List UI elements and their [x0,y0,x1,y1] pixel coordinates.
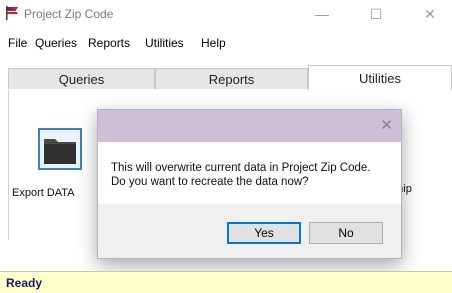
close-window-button[interactable]: ✕ [408,0,452,28]
tab-utilities[interactable]: Utilities [308,65,452,90]
menu-help[interactable]: Help [201,36,226,50]
maximize-button[interactable]: ☐ [354,0,398,28]
window-title: Project Zip Code [24,7,114,21]
export-data-button[interactable] [38,128,82,170]
tab-reports[interactable]: Reports [155,68,308,89]
dialog-title-bar: ✕ [98,110,401,142]
title-bar: Project Zip Code — ☐ ✕ [0,0,452,28]
tab-queries[interactable]: Queries [8,68,155,89]
menu-queries[interactable]: Queries [35,36,77,50]
menu-utilities[interactable]: Utilities [145,36,184,50]
status-bar: Ready [0,271,452,293]
export-data-label: Export DATA [12,187,75,199]
no-button[interactable]: No [309,222,383,244]
app-flag-icon [6,6,18,20]
menu-file[interactable]: File [8,36,27,50]
folder-icon [44,139,76,164]
menu-reports[interactable]: Reports [88,36,130,50]
yes-button[interactable]: Yes [227,222,301,244]
dialog-message-line-1: This will overwrite current data in Proj… [111,162,371,174]
dialog-close-button[interactable]: ✕ [380,116,393,134]
dialog-message-area: This will overwrite current data in Proj… [98,142,401,204]
minimize-button[interactable]: — [300,0,344,28]
confirm-dialog: ✕ This will overwrite current data in Pr… [97,109,402,259]
dialog-message-line-2: Do you want to recreate the data now? [111,176,309,188]
menu-bar: File Queries Reports Utilities Help [0,30,452,54]
status-text: Ready [6,276,43,290]
tab-strip: Queries Reports Utilities [0,65,452,90]
